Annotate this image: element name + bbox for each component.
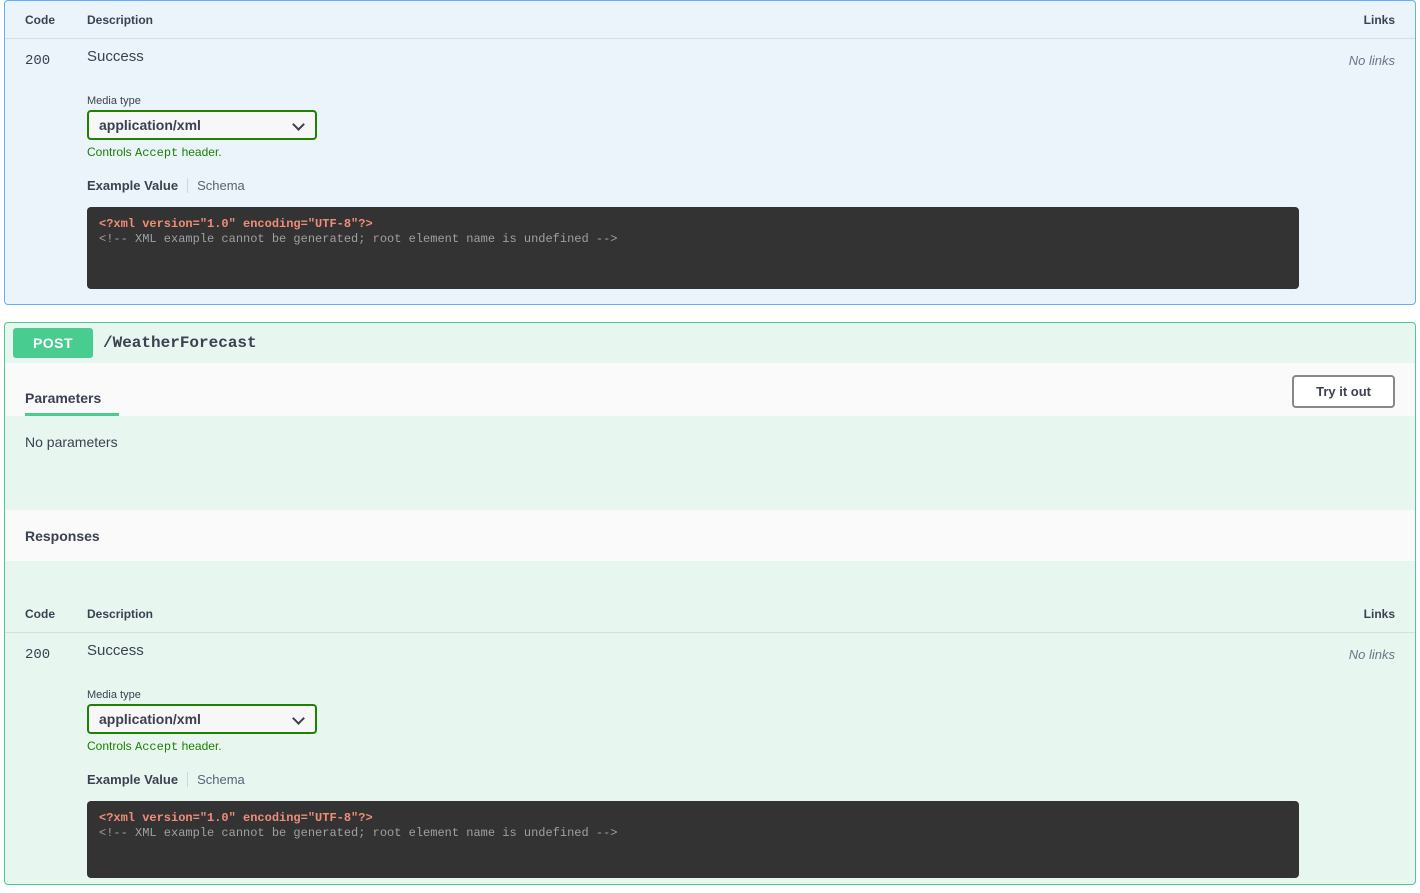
- tab-parameters[interactable]: Parameters: [25, 390, 120, 416]
- opblock-get-weatherforecast: Code Description Links 200 No links Succ…: [4, 0, 1416, 305]
- response-description-title: Success: [87, 642, 144, 659]
- table-header-row: Code Description Links: [5, 595, 1415, 633]
- media-type-group: Media type application/xml Controls Acce…: [87, 95, 1415, 160]
- example-code-block: <?xml version="1.0" encoding="UTF-8"?> <…: [87, 801, 1299, 878]
- chevron-down-icon: [293, 713, 305, 725]
- no-parameters-message: No parameters: [25, 434, 118, 450]
- controls-accept-hint: Controls Accept header.: [87, 145, 1415, 160]
- responses-band: Responses: [5, 510, 1415, 561]
- response-description-title: Success: [87, 48, 144, 65]
- http-method-badge: POST: [13, 328, 93, 358]
- chevron-down-icon: [293, 119, 305, 131]
- media-type-label: Media type: [87, 689, 141, 701]
- controls-accept-prefix: Controls: [87, 145, 136, 159]
- controls-accept-hint: Controls Accept header.: [87, 739, 1415, 754]
- opblock-summary[interactable]: POST /WeatherForecast: [5, 323, 1415, 363]
- xml-declaration-line: <?xml version="1.0" encoding="UTF-8"?>: [99, 811, 373, 825]
- media-type-selected-value: application/xml: [99, 117, 201, 133]
- column-header-code: Code: [5, 595, 87, 633]
- tab-schema[interactable]: Schema: [197, 178, 245, 193]
- tab-example-value[interactable]: Example Value: [87, 178, 178, 193]
- table-header-row: Code Description Links: [5, 1, 1415, 39]
- column-header-code: Code: [5, 1, 87, 39]
- example-schema-tabs: Example Value Schema: [87, 772, 1415, 787]
- tab-schema[interactable]: Schema: [197, 772, 245, 787]
- media-type-label: Media type: [87, 95, 141, 107]
- media-type-selected-value: application/xml: [99, 711, 201, 727]
- column-header-description: Description: [87, 1, 1295, 39]
- media-type-select[interactable]: application/xml: [87, 704, 317, 734]
- try-it-out-button[interactable]: Try it out: [1292, 375, 1395, 408]
- xml-comment-line: <!-- XML example cannot be generated; ro…: [99, 826, 618, 840]
- parameters-band: Parameters Try it out: [5, 363, 1415, 416]
- controls-accept-suffix: header.: [178, 739, 222, 753]
- xml-declaration-line: <?xml version="1.0" encoding="UTF-8"?>: [99, 217, 373, 231]
- controls-accept-suffix: header.: [178, 145, 222, 159]
- xml-comment-line: <!-- XML example cannot be generated; ro…: [99, 232, 618, 246]
- media-type-group: Media type application/xml Controls Acce…: [87, 689, 1415, 754]
- opblock-post-weatherforecast: POST /WeatherForecast Parameters Try it …: [4, 322, 1416, 885]
- post-opblock-body: Parameters Try it out No parameters Resp…: [5, 363, 1415, 878]
- swagger-ui-page: Code Description Links 200 No links Succ…: [0, 0, 1420, 893]
- tab-divider: [187, 178, 189, 193]
- example-schema-tabs: Example Value Schema: [87, 178, 1415, 193]
- controls-accept-prefix: Controls: [87, 739, 136, 753]
- get-responses-body: Code Description Links 200 No links Succ…: [5, 1, 1415, 289]
- example-code-block: <?xml version="1.0" encoding="UTF-8"?> <…: [87, 207, 1299, 289]
- column-header-description: Description: [87, 595, 1295, 633]
- opblock-path: /WeatherForecast: [103, 334, 257, 352]
- media-type-select[interactable]: application/xml: [87, 110, 317, 140]
- controls-accept-code: Accept: [135, 740, 179, 754]
- tab-divider: [187, 772, 189, 787]
- controls-accept-code: Accept: [135, 146, 179, 160]
- column-header-links: Links: [1295, 1, 1415, 39]
- column-header-links: Links: [1295, 595, 1415, 633]
- tab-example-value[interactable]: Example Value: [87, 772, 178, 787]
- block-gap: [0, 305, 1420, 322]
- responses-heading: Responses: [25, 528, 100, 544]
